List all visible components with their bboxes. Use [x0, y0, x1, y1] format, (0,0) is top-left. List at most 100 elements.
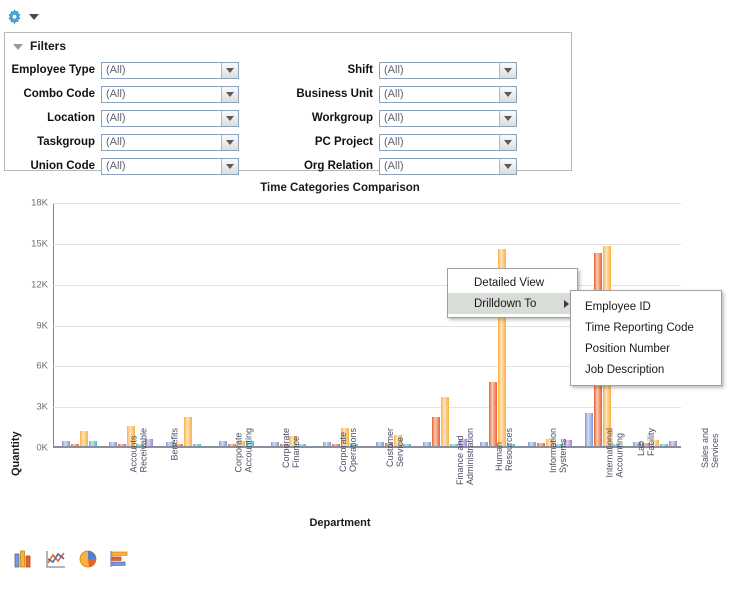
bar[interactable] [218, 441, 227, 446]
bar[interactable] [584, 413, 593, 446]
x-axis-tick-label: Lab Facility [635, 428, 656, 457]
bar[interactable] [88, 441, 97, 446]
filters-header[interactable]: Filters [5, 33, 571, 53]
gear-icon[interactable] [6, 8, 23, 26]
x-axis-tick-label: Benefits [169, 428, 180, 461]
filter-row: Combo Code (All) [5, 83, 245, 105]
context-submenu-item[interactable]: Time Reporting Code [571, 317, 721, 338]
bar[interactable] [184, 416, 193, 446]
y-axis-tick-label: 12K [31, 279, 48, 291]
filter-select-location[interactable]: (All) [101, 109, 239, 127]
bar-group[interactable] [524, 201, 576, 446]
bar[interactable] [323, 441, 332, 446]
filter-select-taskgroup[interactable]: (All) [101, 133, 239, 151]
y-axis-tick-label: 15K [31, 238, 48, 250]
filter-select-combo-code[interactable]: (All) [101, 85, 239, 103]
filters-column-left: Employee Type (All) Combo Code (All) Locatio… [5, 59, 245, 179]
bar-group[interactable] [472, 201, 524, 446]
context-submenu-item-label: Time Reporting Code [585, 321, 694, 334]
chevron-down-icon[interactable] [221, 86, 238, 102]
bar-group[interactable] [53, 201, 105, 446]
bar[interactable] [79, 431, 88, 446]
bar[interactable] [375, 442, 384, 446]
bar-group[interactable] [210, 201, 262, 446]
context-submenu-item[interactable]: Employee ID [571, 296, 721, 317]
bar[interactable] [668, 440, 677, 446]
chevron-down-icon[interactable] [499, 62, 516, 78]
filter-select-pc-project[interactable]: (All) [379, 133, 517, 151]
filter-label: Union Code [30, 160, 95, 172]
chart-type-toolbar [14, 550, 130, 568]
bar[interactable] [528, 441, 537, 446]
filter-select-shift[interactable]: (All) [379, 61, 517, 79]
context-submenu-item[interactable]: Position Number [571, 338, 721, 359]
bar-group[interactable] [367, 201, 419, 446]
x-axis-tick-label: Customer Service [384, 428, 405, 468]
bar[interactable] [432, 417, 441, 446]
chevron-down-icon[interactable] [221, 158, 238, 174]
y-axis-tick-label: 6K [36, 360, 48, 372]
filter-value: (All) [384, 112, 404, 124]
context-menu-item-label: Detailed View [474, 276, 545, 289]
filter-value: (All) [106, 112, 126, 124]
context-submenu-item-label: Job Description [585, 363, 665, 376]
filter-label: Workgroup [311, 112, 373, 124]
bar-group[interactable] [105, 201, 157, 446]
x-axis-label: Department [309, 517, 371, 529]
chevron-down-icon[interactable] [499, 134, 516, 150]
context-menu[interactable]: Detailed View Drilldown To [447, 268, 578, 318]
chevron-down-icon[interactable] [499, 158, 516, 174]
context-submenu-item-label: Employee ID [585, 300, 651, 313]
filter-row: Workgroup (All) [283, 107, 523, 129]
bar[interactable] [61, 441, 70, 446]
y-axis-label: Quantity [10, 431, 22, 476]
context-menu-item[interactable]: Detailed View [448, 272, 577, 293]
bar[interactable] [109, 441, 118, 446]
bar[interactable] [118, 444, 127, 446]
filter-select-business-unit[interactable]: (All) [379, 85, 517, 103]
filter-row: Location (All) [5, 107, 245, 129]
x-axis-tick-label: Corporate Accounting [233, 428, 254, 473]
line-chart-icon[interactable] [46, 550, 66, 568]
filter-select-union-code[interactable]: (All) [101, 157, 239, 175]
bar-group[interactable] [262, 201, 314, 446]
bar[interactable] [480, 441, 489, 446]
x-axis-tick-label: Corporate Finance [281, 428, 302, 469]
chevron-down-icon[interactable] [221, 134, 238, 150]
chevron-down-icon[interactable] [499, 86, 516, 102]
x-axis-tick-label: Human Resources [493, 428, 514, 472]
bar[interactable] [659, 444, 668, 446]
context-submenu[interactable]: Employee ID Time Reporting Code Position N… [570, 290, 722, 386]
filter-select-workgroup[interactable]: (All) [379, 109, 517, 127]
bar[interactable] [270, 441, 279, 446]
filter-select-org-relation[interactable]: (All) [379, 157, 517, 175]
chevron-down-icon[interactable] [221, 110, 238, 126]
filter-row: Business Unit (All) [283, 83, 523, 105]
pie-chart-icon[interactable] [78, 550, 98, 568]
bar-chart-icon[interactable] [14, 550, 34, 568]
bar[interactable] [537, 442, 546, 446]
bar[interactable] [441, 397, 450, 446]
bar-group[interactable] [158, 201, 210, 446]
bar[interactable] [70, 443, 79, 446]
filter-value: (All) [106, 88, 126, 100]
chevron-down-icon[interactable] [499, 110, 516, 126]
bar-group[interactable] [419, 201, 471, 446]
filter-select-employee-type[interactable]: (All) [101, 61, 239, 79]
x-axis-tick-label: Sales and Services [699, 428, 720, 469]
bar-group[interactable] [315, 201, 367, 446]
filter-row: Org Relation (All) [283, 155, 523, 177]
bar[interactable] [423, 441, 432, 446]
filter-label: Business Unit [296, 88, 373, 100]
triangle-collapse-icon[interactable] [13, 43, 23, 50]
context-menu-item[interactable]: Drilldown To [448, 293, 577, 314]
horizontal-bar-chart-icon[interactable] [110, 550, 130, 568]
filter-label: Taskgroup [37, 136, 95, 148]
filter-value: (All) [384, 160, 404, 172]
bar[interactable] [193, 444, 202, 446]
filter-label: Combo Code [23, 88, 95, 100]
chevron-down-icon[interactable] [221, 62, 238, 78]
context-submenu-item[interactable]: Job Description [571, 359, 721, 380]
caret-down-icon[interactable] [29, 14, 39, 20]
x-axis-tick-label: International Accounting [604, 428, 625, 478]
